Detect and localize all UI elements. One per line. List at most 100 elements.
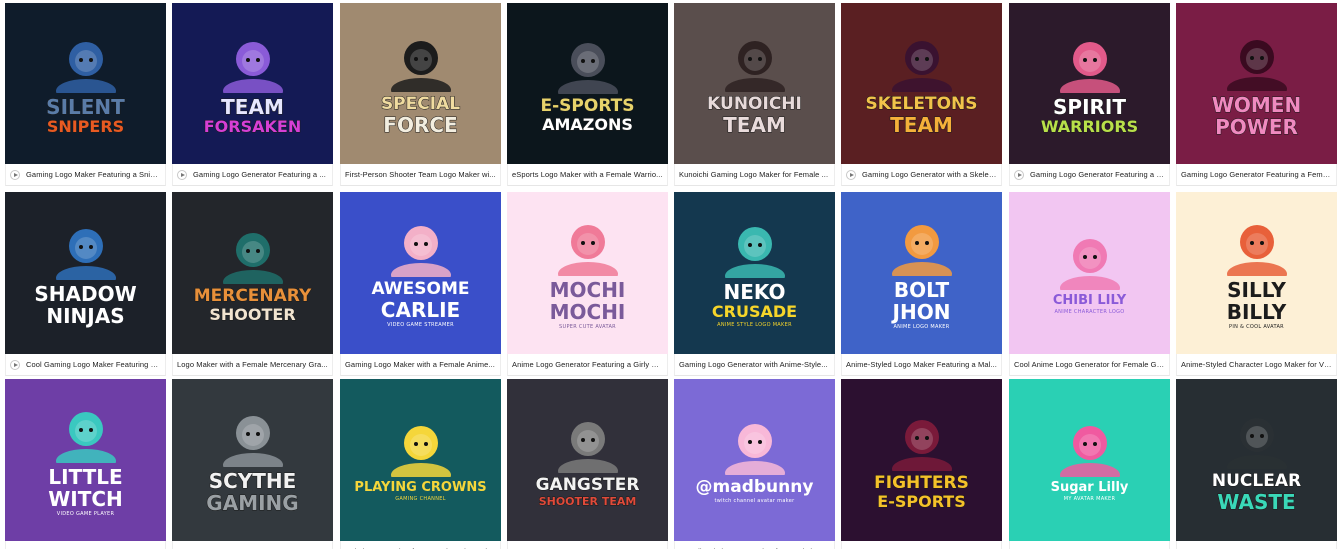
- template-thumbnail[interactable]: LITTLE WITCH VIDEO GAME PLAYER: [5, 379, 166, 541]
- template-thumbnail[interactable]: MERCENARY SHOOTER: [172, 192, 333, 354]
- logo-tagline: ANIME STYLE LOGO MAKER: [717, 321, 792, 328]
- template-caption[interactable]: [1176, 541, 1337, 549]
- template-grid: SILENT SNIPERS Gaming Logo Maker Featuring…: [0, 0, 1343, 549]
- template-caption[interactable]: Anime-Styled Character Logo Maker for Vi…: [1176, 354, 1337, 376]
- template-caption[interactable]: Anime-Styled Logo Maker Featuring a Mal.…: [841, 354, 1002, 376]
- template-thumbnail[interactable]: AWESOME CARLIE VIDEO GAME STREAMER: [340, 192, 501, 354]
- template-card[interactable]: KUNOICHI TEAM Kunoichi Gaming Logo Maker f…: [674, 3, 835, 186]
- template-card[interactable]: SPECIAL FORCE First-Person Shooter Team Lo…: [340, 3, 501, 186]
- template-caption[interactable]: Gaming Logo Generator with a Skelet...: [841, 164, 1002, 186]
- template-card[interactable]: LITTLE WITCH VIDEO GAME PLAYER: [5, 379, 166, 549]
- template-caption[interactable]: Gaming Logo Maker Featuring a Snip...: [5, 164, 166, 186]
- mascot-illustration: [557, 422, 618, 473]
- logo-tagline: twitch channel avatar maker: [714, 498, 795, 505]
- template-card[interactable]: TEAM FORSAKEN Gaming Logo Generator Featur…: [172, 3, 333, 186]
- template-caption[interactable]: Logo Maker with a Female Mercenary Gra..…: [172, 354, 333, 376]
- mascot-illustration: [1226, 224, 1287, 276]
- logo-subtitle: SHOOTER TEAM: [538, 495, 637, 508]
- template-thumbnail[interactable]: Sugar Lilly MY AVATAR MAKER: [1009, 379, 1170, 541]
- template-card[interactable]: WOMEN POWER Gaming Logo Generator Featurin…: [1176, 3, 1337, 186]
- mascot-illustration: [55, 411, 116, 463]
- template-card[interactable]: NEKO CRUSADE ANIME STYLE LOGO MAKER Gaming …: [674, 192, 835, 376]
- template-card[interactable]: SCYTHE GAMING: [172, 379, 333, 549]
- template-thumbnail[interactable]: SILLY BILLY PIN & COOL AVATAR: [1176, 192, 1337, 354]
- template-card[interactable]: CHIBI LILY ANIME CHARACTER LOGO Cool Anime…: [1009, 192, 1170, 376]
- template-caption[interactable]: Gaming Logo Generator Featuring a Fema..…: [1176, 164, 1337, 186]
- template-caption[interactable]: [5, 541, 166, 549]
- logo-subtitle: WITCH: [48, 486, 123, 511]
- template-thumbnail[interactable]: MOCHI MOCHI SUPER CUTE AVATAR: [507, 192, 668, 354]
- mascot-illustration: [55, 229, 116, 280]
- template-thumbnail[interactable]: PLAYING CROWNS GAMING CHANNEL: [340, 379, 501, 541]
- template-caption[interactable]: eSports Logo Maker with a Female Warrio.…: [507, 164, 668, 186]
- template-caption[interactable]: Gaming Logo Generator with Anime-Style..…: [674, 354, 835, 376]
- template-card[interactable]: MERCENARY SHOOTER Logo Maker with a Female…: [172, 192, 333, 376]
- template-card[interactable]: MOCHI MOCHI SUPER CUTE AVATAR Anime Logo Ge…: [507, 192, 668, 376]
- logo-title: SCYTHE: [208, 469, 297, 493]
- template-caption[interactable]: [507, 541, 668, 549]
- template-caption[interactable]: First-Person Shooter Team Logo Maker wi.…: [340, 164, 501, 186]
- logo-subtitle: TEAM: [723, 113, 787, 137]
- template-card[interactable]: PLAYING CROWNSGAMING CHANNELTwitch Logo …: [340, 379, 501, 549]
- template-card[interactable]: Sugar Lilly MY AVATAR MAKER: [1009, 379, 1170, 549]
- template-caption[interactable]: Gaming Logo Generator Featuring a ...: [172, 164, 333, 186]
- template-caption[interactable]: Cool Gaming Logo Maker Featuring a ...: [5, 354, 166, 376]
- template-caption[interactable]: Kunoichi Gaming Logo Maker for Female ..…: [674, 164, 835, 186]
- logo-tagline: PIN & COOL AVATAR: [1229, 323, 1284, 330]
- video-preview-icon[interactable]: [177, 169, 187, 180]
- mascot-illustration: [724, 424, 785, 476]
- template-card[interactable]: @madbunnytwitch channel avatar makerKawa…: [674, 379, 835, 549]
- template-caption[interactable]: [841, 541, 1002, 549]
- template-caption[interactable]: Anime Logo Generator Featuring a Girly C…: [507, 354, 668, 376]
- video-preview-icon[interactable]: [10, 169, 20, 180]
- template-thumbnail[interactable]: NEKO CRUSADE ANIME STYLE LOGO MAKER: [674, 192, 835, 354]
- template-thumbnail[interactable]: FIGHTERS E-SPORTS: [841, 379, 1002, 541]
- video-preview-icon[interactable]: [1014, 169, 1024, 180]
- template-card[interactable]: NUCLEAR WASTE: [1176, 379, 1337, 549]
- template-card[interactable]: E-SPORTS AMAZONS eSports Logo Maker with a…: [507, 3, 668, 186]
- logo-title: SPECIAL: [380, 94, 461, 114]
- template-card[interactable]: SKELETONS TEAM Gaming Logo Generator with …: [841, 3, 1002, 186]
- logo-subtitle: FORCE: [383, 113, 458, 137]
- template-card[interactable]: SPIRIT WARRIORS Gaming Logo Generator Feat…: [1009, 3, 1170, 186]
- template-card[interactable]: GANGSTER SHOOTER TEAM: [507, 379, 668, 549]
- template-thumbnail[interactable]: NUCLEAR WASTE: [1176, 379, 1337, 541]
- template-thumbnail[interactable]: SPIRIT WARRIORS: [1009, 3, 1170, 164]
- template-thumbnail[interactable]: WOMEN POWER: [1176, 3, 1337, 164]
- video-preview-icon[interactable]: [846, 169, 856, 180]
- template-thumbnail[interactable]: SPECIAL FORCE: [340, 3, 501, 164]
- template-thumbnail[interactable]: SILENT SNIPERS: [5, 3, 166, 164]
- template-thumbnail[interactable]: SHADOW NINJAS: [5, 192, 166, 354]
- template-thumbnail[interactable]: SCYTHE GAMING: [172, 379, 333, 541]
- template-caption[interactable]: Twitch Logo Maker for a Gaming Channel: [340, 541, 501, 549]
- template-thumbnail[interactable]: CHIBI LILY ANIME CHARACTER LOGO: [1009, 192, 1170, 354]
- template-thumbnail[interactable]: SKELETONS TEAM: [841, 3, 1002, 164]
- template-caption[interactable]: Cool Anime Logo Generator for Female Ga.…: [1009, 354, 1170, 376]
- mascot-illustration: [1059, 41, 1120, 93]
- video-preview-icon[interactable]: [10, 359, 20, 370]
- template-caption[interactable]: Kawaii Twitch Avatar Maker for a Twitch …: [674, 541, 835, 549]
- template-thumbnail[interactable]: KUNOICHI TEAM: [674, 3, 835, 164]
- template-card[interactable]: FIGHTERS E-SPORTS: [841, 379, 1002, 549]
- logo-title: NEKO: [723, 279, 786, 304]
- template-card[interactable]: SILLY BILLY PIN & COOL AVATAR Anime-Styled …: [1176, 192, 1337, 376]
- template-thumbnail[interactable]: @madbunny twitch channel avatar maker: [674, 379, 835, 541]
- template-caption[interactable]: [172, 541, 333, 549]
- template-caption[interactable]: Gaming Logo Maker with a Female Anime...: [340, 354, 501, 376]
- template-thumbnail[interactable]: BOLT JHON ANIME LOGO MAKER: [841, 192, 1002, 354]
- template-caption[interactable]: [1009, 541, 1170, 549]
- logo-title: E-SPORTS: [540, 96, 635, 116]
- mascot-illustration: [891, 419, 952, 471]
- logo-subtitle: CRUSADE: [711, 301, 798, 321]
- template-card[interactable]: BOLT JHON ANIME LOGO MAKER Anime-Styled Log…: [841, 192, 1002, 376]
- template-thumbnail[interactable]: E-SPORTS AMAZONS: [507, 3, 668, 164]
- mascot-illustration: [1059, 239, 1120, 291]
- logo-subtitle: MOCHI: [549, 299, 626, 324]
- template-card[interactable]: AWESOME CARLIE VIDEO GAME STREAMER Gaming L…: [340, 192, 501, 376]
- template-thumbnail[interactable]: GANGSTER SHOOTER TEAM: [507, 379, 668, 541]
- template-card[interactable]: SILENT SNIPERS Gaming Logo Maker Featuring…: [5, 3, 166, 186]
- template-thumbnail[interactable]: TEAM FORSAKEN: [172, 3, 333, 164]
- template-title: Logo Maker with a Female Mercenary Gra..…: [177, 360, 328, 369]
- template-card[interactable]: SHADOW NINJAS Cool Gaming Logo Maker Featu…: [5, 192, 166, 376]
- template-caption[interactable]: Gaming Logo Generator Featuring a F...: [1009, 164, 1170, 186]
